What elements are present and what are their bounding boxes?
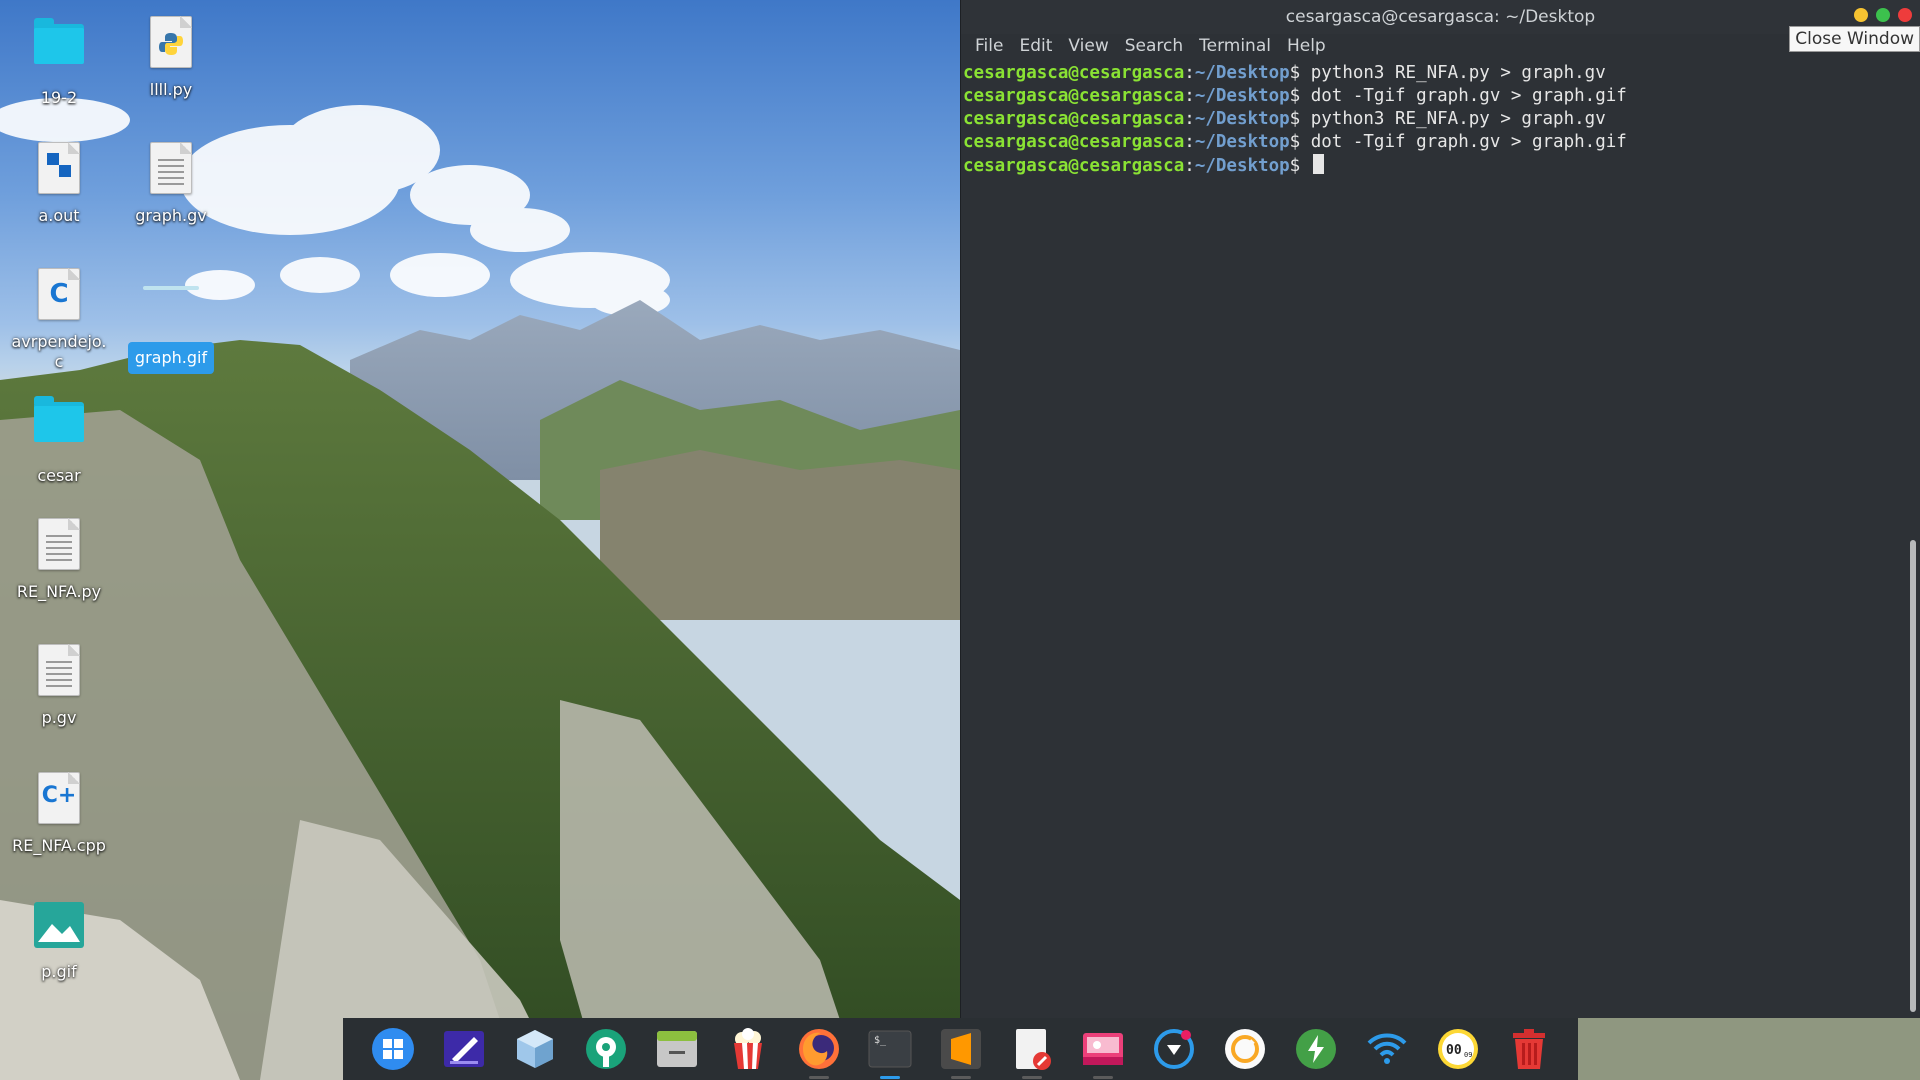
terminal-line: cesargasca@cesargasca:~/Desktop$ dot -Tg… (963, 132, 1627, 152)
folder-icon (31, 396, 87, 458)
text-file-icon (31, 644, 87, 700)
running-indicator (1021, 1076, 1042, 1079)
desktop-icon-19-2[interactable]: 19-2 (4, 14, 114, 108)
power-manager-icon[interactable] (1221, 1025, 1269, 1073)
image-viewer-icon[interactable] (1079, 1025, 1127, 1079)
close-button[interactable] (1898, 8, 1912, 22)
desktop-icon-label: 19-2 (40, 88, 78, 107)
svg-text:00: 00 (1446, 1043, 1462, 1058)
desktop-icon-label: RE_NFA.cpp (12, 836, 106, 855)
maximize-button[interactable] (1876, 8, 1890, 22)
menu-view[interactable]: View (1060, 34, 1116, 60)
desktop-icon-label: p.gv (41, 708, 77, 727)
location-icon[interactable] (1150, 1025, 1198, 1073)
minimize-button[interactable] (1854, 8, 1868, 22)
firefox-icon[interactable] (795, 1025, 843, 1079)
terminal-prompt-line[interactable]: cesargasca@cesargasca:~/Desktop$ (963, 154, 1918, 178)
menu-help[interactable]: Help (1279, 34, 1334, 60)
svg-text:09: 09 (1464, 1051, 1472, 1059)
wifi-icon[interactable] (1363, 1025, 1411, 1073)
battery-icon[interactable] (1292, 1025, 1340, 1073)
desktop-icon-label: graph.gv (135, 206, 207, 225)
trash-icon[interactable] (1505, 1025, 1553, 1073)
terminal-line: cesargasca@cesargasca:~/Desktop$ python3… (963, 63, 1606, 83)
desktop-icon-p-gv[interactable]: p.gv (4, 642, 114, 728)
text-file-icon (31, 518, 87, 574)
desktop-icon-graph-gif[interactable]: graph.gif (116, 266, 226, 374)
text-editor-icon[interactable] (440, 1025, 488, 1073)
terminal-icon[interactable]: $_ (866, 1025, 914, 1079)
desktop-icon-cesar[interactable]: cesar (4, 392, 114, 486)
image-file-icon (31, 898, 87, 954)
folder-icon (31, 18, 87, 80)
menu-terminal[interactable]: Terminal (1191, 34, 1279, 60)
terminal-titlebar[interactable]: cesargasca@cesargasca: ~/Desktop (961, 0, 1920, 34)
desktop-icon-label: graph.gif (127, 342, 215, 374)
menu-edit[interactable]: Edit (1011, 34, 1060, 60)
close-window-tooltip: Close Window (1789, 26, 1920, 52)
window-title: cesargasca@cesargasca: ~/Desktop (1285, 7, 1596, 27)
terminal-line: cesargasca@cesargasca:~/Desktop$ dot -Tg… (963, 86, 1627, 106)
executable-icon (31, 142, 87, 198)
desktop-icon-re-nfa-py[interactable]: RE_NFA.py (4, 516, 114, 602)
terminal-menubar: File Edit View Search Terminal Help (961, 34, 1920, 60)
python-file-icon (143, 16, 199, 72)
cpp-file-icon: C+ (31, 772, 87, 828)
document-editor-icon[interactable] (1008, 1025, 1056, 1079)
text-cursor (1312, 154, 1324, 174)
terminal-scrollbar[interactable] (1908, 62, 1916, 1014)
scrollbar-thumb[interactable] (1910, 540, 1916, 1012)
desktop-icon-label: p.gif (41, 962, 77, 981)
image-file-icon (143, 286, 199, 334)
clock-icon[interactable]: 00 09 (1434, 1025, 1482, 1073)
c-file-icon: C (31, 268, 87, 324)
running-indicator (950, 1076, 971, 1079)
desktop-icon-label: avrpendejo.c (11, 332, 107, 371)
menu-file[interactable]: File (967, 34, 1011, 60)
menu-search[interactable]: Search (1117, 34, 1191, 60)
desktop-icon-label: a.out (38, 206, 80, 225)
desktop-icon-label: llll.py (149, 80, 193, 99)
window-controls (1854, 8, 1912, 22)
terminal-line: cesargasca@cesargasca:~/Desktop$ python3… (963, 109, 1606, 129)
terminal-output[interactable]: cesargasca@cesargasca:~/Desktop$ python3… (961, 60, 1920, 180)
sublime-text-icon[interactable] (937, 1025, 985, 1079)
running-indicator (1092, 1076, 1113, 1079)
package-manager-icon[interactable] (511, 1025, 559, 1073)
settings-icon[interactable] (582, 1025, 630, 1073)
running-indicator (808, 1076, 829, 1079)
terminal-window[interactable]: cesargasca@cesargasca: ~/Desktop File Ed… (960, 0, 1920, 1018)
desktop-icon-label: cesar (37, 466, 81, 485)
popcorn-time-icon[interactable] (724, 1025, 772, 1073)
file-manager-icon[interactable] (653, 1025, 701, 1073)
desktop-icon-graph-gv[interactable]: graph.gv (116, 140, 226, 226)
desktop-icon-avrpendejo-c[interactable]: C avrpendejo.c (4, 266, 114, 372)
desktop-icon-label: RE_NFA.py (16, 582, 102, 601)
svg-text:$_: $_ (874, 1035, 887, 1046)
app-launcher-icon[interactable] (369, 1025, 417, 1073)
desktop-icon-p-gif[interactable]: p.gif (4, 898, 114, 982)
running-indicator (879, 1076, 900, 1079)
desktop-icon-llll-py[interactable]: llll.py (116, 14, 226, 100)
desktop-icon-re-nfa-cpp[interactable]: C+ RE_NFA.cpp (4, 770, 114, 856)
desktop-icon-a-out[interactable]: a.out (4, 140, 114, 226)
dock: $_ 00 09 (343, 1018, 1578, 1080)
text-file-icon (143, 142, 199, 198)
